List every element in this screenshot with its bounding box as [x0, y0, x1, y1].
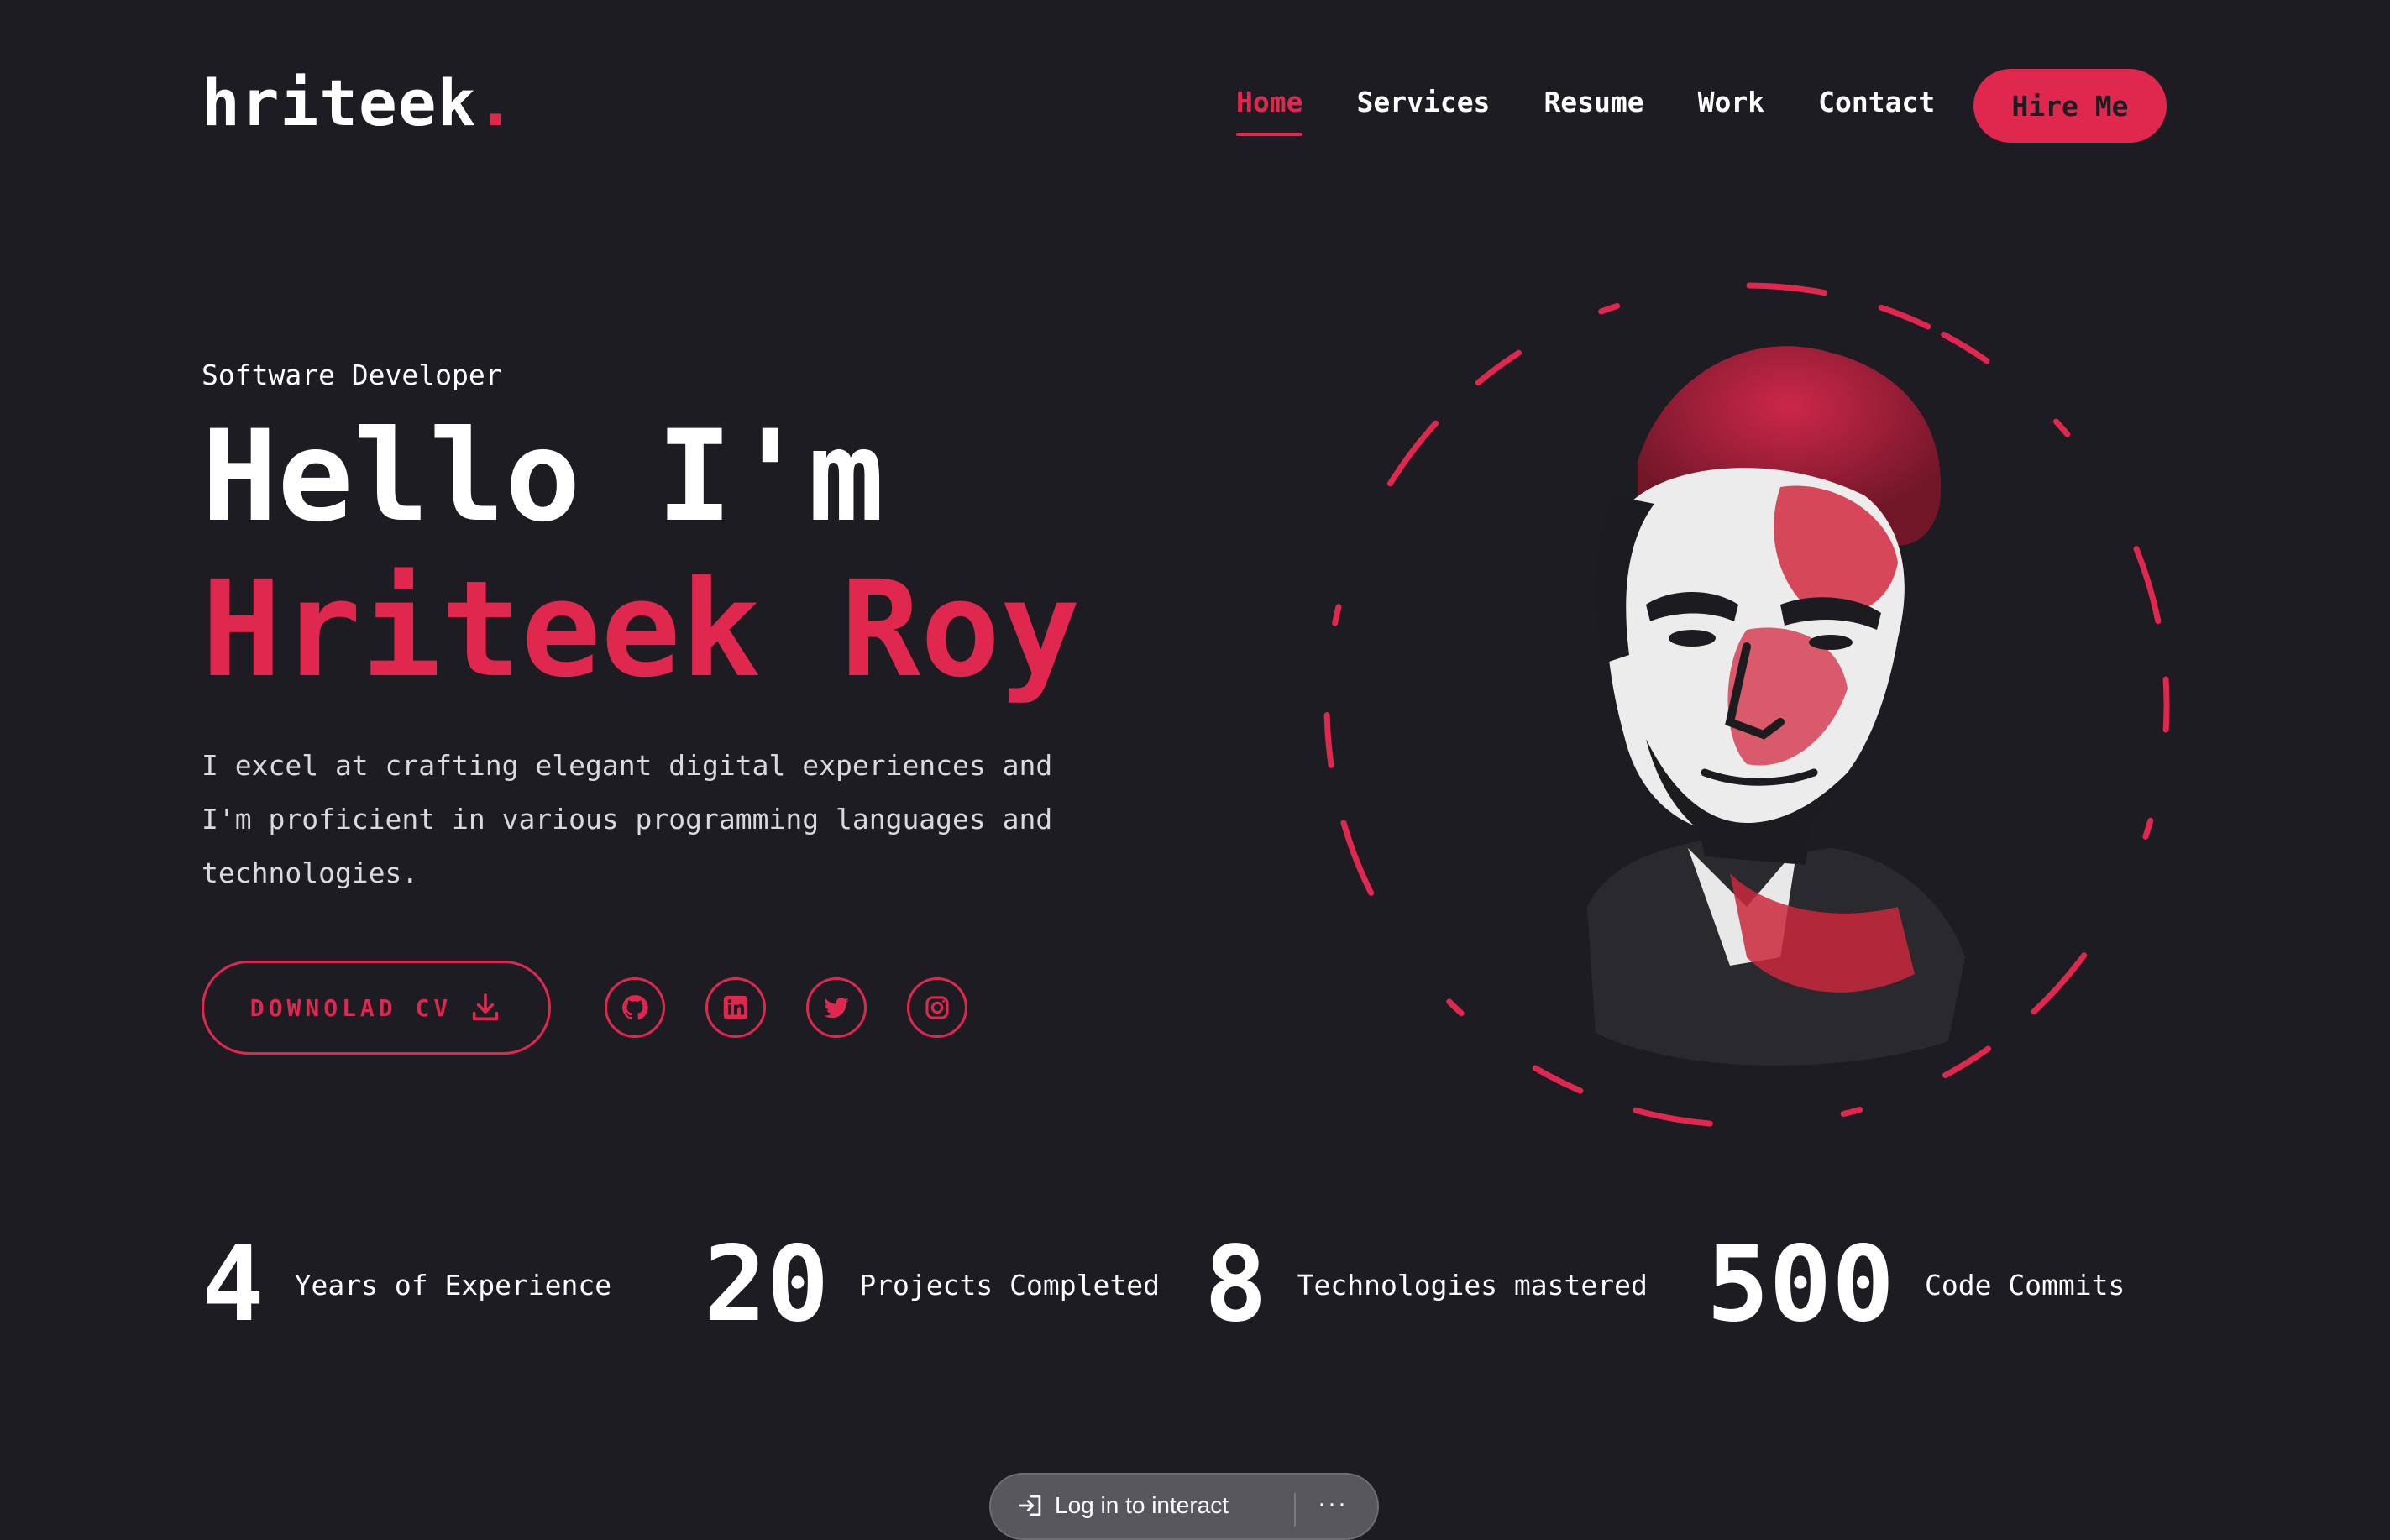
- hero-name: Hriteek Roy: [202, 553, 1081, 707]
- stat-label: Years of Experience: [294, 1268, 612, 1302]
- stat-commits: 500 Code Commits: [1706, 1226, 2125, 1344]
- site-header: hriteek. Home Services Resume Work Conta…: [0, 0, 2390, 218]
- stat-technologies: 8 Technologies mastered: [1204, 1226, 1648, 1344]
- stat-value: 500: [1706, 1224, 1895, 1345]
- hero-subtitle: Software Developer: [202, 359, 502, 391]
- instagram-icon: [925, 996, 949, 1019]
- portrait-graphic: [1323, 282, 2170, 1129]
- nav-item-contact[interactable]: Contact: [1818, 82, 1935, 123]
- logo-text: hriteek: [202, 65, 477, 140]
- stat-label: Technologies mastered: [1297, 1268, 1648, 1302]
- github-link[interactable]: [605, 977, 665, 1038]
- nav-item-services[interactable]: Services: [1356, 82, 1490, 123]
- stat-value: 4: [202, 1224, 265, 1345]
- hero-greeting: Hello I'm: [202, 404, 884, 550]
- portrait-image: [1587, 346, 1965, 1066]
- nav-item-resume[interactable]: Resume: [1544, 82, 1643, 123]
- stat-experience: 4 Years of Experience: [202, 1226, 611, 1344]
- twitter-icon: [824, 998, 849, 1019]
- more-options-icon[interactable]: ···: [1318, 1491, 1348, 1516]
- twitter-link[interactable]: [806, 977, 867, 1038]
- stat-value: 20: [704, 1224, 830, 1345]
- instagram-link[interactable]: [907, 977, 967, 1038]
- download-cv-label: DOWNOLAD CV: [249, 993, 453, 1022]
- linkedin-link[interactable]: [705, 977, 766, 1038]
- download-cv-button[interactable]: DOWNOLAD CV: [202, 961, 551, 1055]
- hire-me-button[interactable]: Hire Me: [1973, 69, 2167, 143]
- portrait-frame: [1310, 269, 2183, 1142]
- logo-dot: .: [476, 65, 516, 140]
- social-links: [605, 977, 967, 1038]
- main-nav: Home Services Resume Work Contact: [1236, 82, 1935, 136]
- stat-label: Projects Completed: [859, 1268, 1160, 1302]
- site-logo[interactable]: hriteek.: [202, 65, 516, 141]
- hero-intro: I excel at crafting elegant digital expe…: [202, 749, 1053, 889]
- login-to-interact-bar[interactable]: Log in to interact ···: [989, 1473, 1379, 1540]
- nav-item-work[interactable]: Work: [1698, 82, 1764, 123]
- linkedin-icon: [723, 995, 748, 1020]
- divider: [1294, 1493, 1297, 1527]
- nav-item-home[interactable]: Home: [1236, 82, 1303, 136]
- stats-row: 4 Years of Experience 20 Projects Comple…: [202, 1226, 2200, 1344]
- stat-projects: 20 Projects Completed: [704, 1226, 1160, 1344]
- download-icon: [473, 993, 499, 1021]
- stat-value: 8: [1204, 1224, 1267, 1345]
- github-icon: [622, 995, 648, 1020]
- stat-label: Code Commits: [1924, 1268, 2125, 1302]
